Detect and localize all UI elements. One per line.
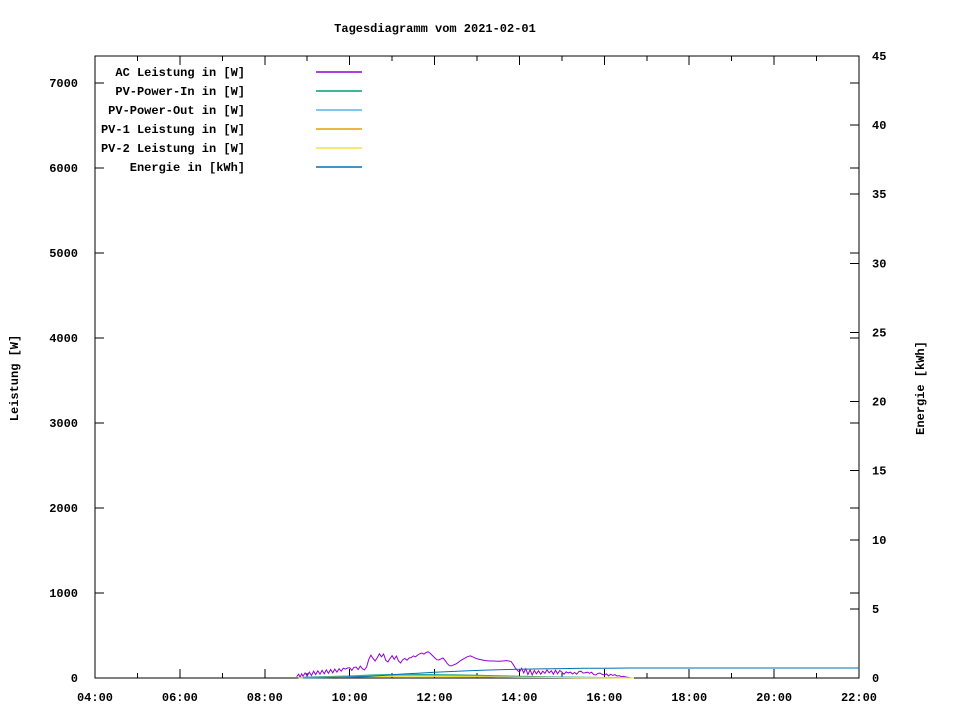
y-right-tick-label: 5: [872, 603, 879, 617]
y-left-axis-label: Leistung [W]: [8, 335, 22, 421]
x-tick-label: 06:00: [162, 691, 198, 705]
legend-label: AC Leistung in [W]: [115, 66, 245, 80]
legend-label: PV-2 Leistung in [W]: [101, 142, 245, 156]
legend-label: PV-1 Leistung in [W]: [101, 123, 245, 137]
x-tick-label: 16:00: [586, 691, 622, 705]
x-tick-label: 22:00: [841, 691, 877, 705]
y-left-tick-label: 3000: [49, 417, 78, 431]
y-right-tick-label: 10: [872, 534, 886, 548]
legend-label: Energie in [kWh]: [130, 161, 245, 175]
y-left-tick-label: 5000: [49, 247, 78, 261]
y-right-axis-label: Energie [kWh]: [914, 341, 928, 435]
y-right-tick-label: 25: [872, 326, 886, 340]
y-right-tick-label: 20: [872, 396, 886, 410]
x-tick-label: 14:00: [501, 691, 537, 705]
x-tick-label: 04:00: [77, 691, 113, 705]
y-left-tick-label: 0: [71, 672, 78, 686]
y-left-tick-label: 4000: [49, 332, 78, 346]
y-left-tick-label: 2000: [49, 502, 78, 516]
x-tick-label: 08:00: [247, 691, 283, 705]
legend-label: PV-Power-Out in [W]: [108, 104, 245, 118]
legend-label: PV-Power-In in [W]: [115, 85, 245, 99]
x-tick-label: 12:00: [417, 691, 453, 705]
y-left-tick-label: 1000: [49, 587, 78, 601]
x-tick-label: 20:00: [756, 691, 792, 705]
chart-canvas: Tagesdiagramm vom 2021-02-01 Leistung [W…: [0, 0, 960, 720]
x-tick-label: 18:00: [671, 691, 707, 705]
y-right-tick-label: 30: [872, 257, 886, 271]
y-left-tick-label: 6000: [49, 162, 78, 176]
y-left-tick-label: 7000: [49, 77, 78, 91]
chart-title: Tagesdiagramm vom 2021-02-01: [334, 22, 536, 36]
y-right-tick-label: 45: [872, 50, 886, 64]
y-right-tick-label: 15: [872, 465, 886, 479]
x-tick-label: 10:00: [332, 691, 368, 705]
y-right-tick-label: 0: [872, 672, 879, 686]
y-right-tick-label: 35: [872, 188, 886, 202]
y-right-tick-label: 40: [872, 119, 886, 133]
